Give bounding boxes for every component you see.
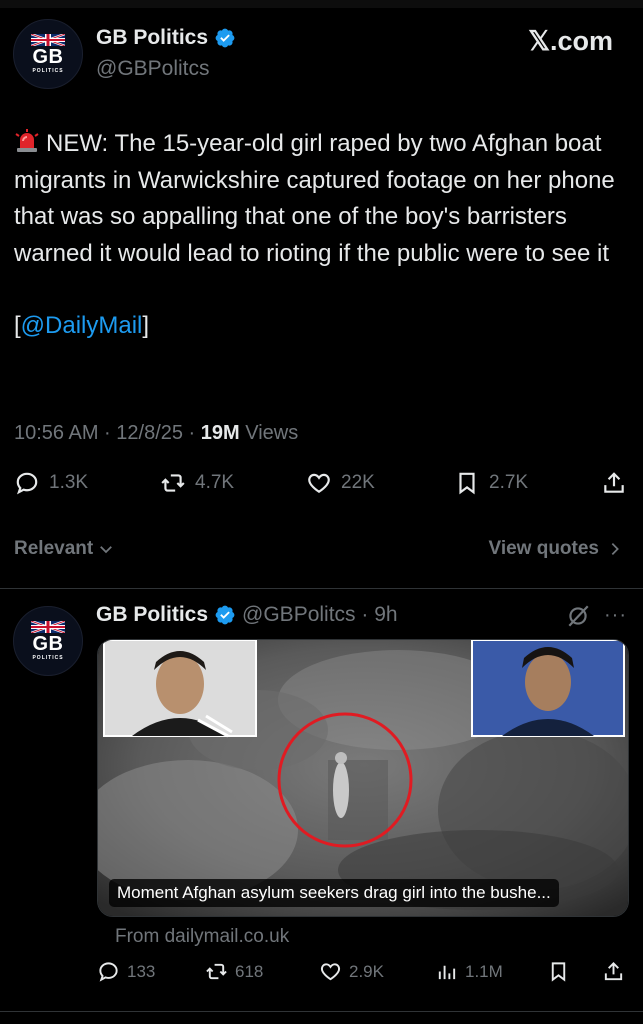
view-quotes-label: View quotes [488,538,599,559]
chevron-right-icon [611,543,619,555]
rotating-light-icon [15,129,39,152]
heart-icon [308,473,330,493]
bookmark-icon [459,472,475,495]
like-count: 2.9K [349,961,384,981]
views-chart-icon [438,965,456,980]
tweet-actions: 1.3K 4.7K 22K 2.7K [14,470,629,506]
repost-icon [161,474,185,492]
tweet-timestamp[interactable]: 10:56 AM · 12/8/25 · [14,422,201,444]
share-button[interactable] [601,470,627,496]
bookmark-button[interactable] [547,960,570,983]
link-bracket-close: ] [142,312,150,339]
link-bracket-open: [ [14,312,21,339]
views-count: 19M [200,422,240,444]
share-icon [604,472,624,493]
card-source[interactable]: From dailymail.co.uk [115,926,289,948]
heart-icon [320,963,341,981]
author-name-row[interactable]: GB Politics [96,26,236,50]
reply-avatar[interactable]: GB POLITICS [13,606,83,676]
divider [0,1011,643,1012]
share-icon [604,961,623,981]
avatar[interactable]: GB POLITICS [13,19,83,89]
media-card[interactable]: Moment Afghan asylum seekers drag girl i… [97,639,629,917]
like-button[interactable]: 2.9K [319,960,384,983]
repost-button[interactable]: 618 [205,960,263,983]
reply-icon [99,962,118,982]
bookmark-button[interactable]: 2.7K [454,470,528,496]
reply-header: GB Politics @GBPolitcs · 9h [96,603,398,627]
tweet-body: NEW: The 15-year-old girl raped by two A… [14,130,615,267]
avatar-text: GB [32,633,64,655]
views-count: 1.1M [465,961,503,981]
avatar-subtext: POLITICS [32,68,64,74]
like-count: 22K [341,472,375,493]
views-button[interactable]: 1.1M [435,960,503,983]
union-flag-icon [31,34,65,46]
reply-count: 133 [127,961,156,981]
bookmark-count: 2.7K [489,472,529,493]
sort-label: Relevant [14,538,94,559]
reply-author-name[interactable]: GB Politics [96,603,208,627]
repost-count: 4.7K [195,472,235,493]
divider [0,588,643,589]
reply-button[interactable]: 133 [97,960,155,983]
like-button[interactable]: 22K [306,470,375,496]
card-caption: Moment Afghan asylum seekers drag girl i… [109,879,559,907]
tweet-text: NEW: The 15-year-old girl raped by two A… [14,126,629,345]
avatar-subtext: POLITICS [32,655,64,661]
author-name[interactable]: GB Politics [96,26,208,50]
verified-badge-icon [215,605,235,625]
repost-count: 618 [235,961,264,981]
more-options-icon[interactable]: ··· [604,604,627,627]
tweet-meta: 10:56 AM · 12/8/25 · 19M Views [14,422,298,445]
verified-badge-icon [215,28,235,48]
cctv-footage-image [98,640,628,916]
repost-button[interactable]: 4.7K [160,470,234,496]
avatar-text: GB [32,46,64,68]
top-edge [0,0,643,8]
x-brand-label: 𝕏.com [528,26,613,56]
reply-actions: 133 618 2.9K 1.1M [97,960,629,990]
grok-icon[interactable] [565,603,591,629]
author-handle[interactable]: @GBPolitcs [96,57,210,81]
reply-count: 1.3K [49,472,89,493]
share-button[interactable] [602,960,625,983]
reply-icon [16,472,38,495]
bookmark-icon [551,962,566,982]
view-quotes-link[interactable]: View quotes [488,538,623,560]
reply-button[interactable]: 1.3K [14,470,88,496]
reply-handle-time[interactable]: @GBPolitcs · 9h [242,603,398,627]
chevron-down-icon [100,546,113,554]
union-flag-icon [31,621,65,633]
repost-icon [206,963,227,980]
views-label: Views [239,422,299,444]
sort-dropdown[interactable]: Relevant [14,538,115,560]
dailymail-link[interactable]: @DailyMail [21,312,143,339]
